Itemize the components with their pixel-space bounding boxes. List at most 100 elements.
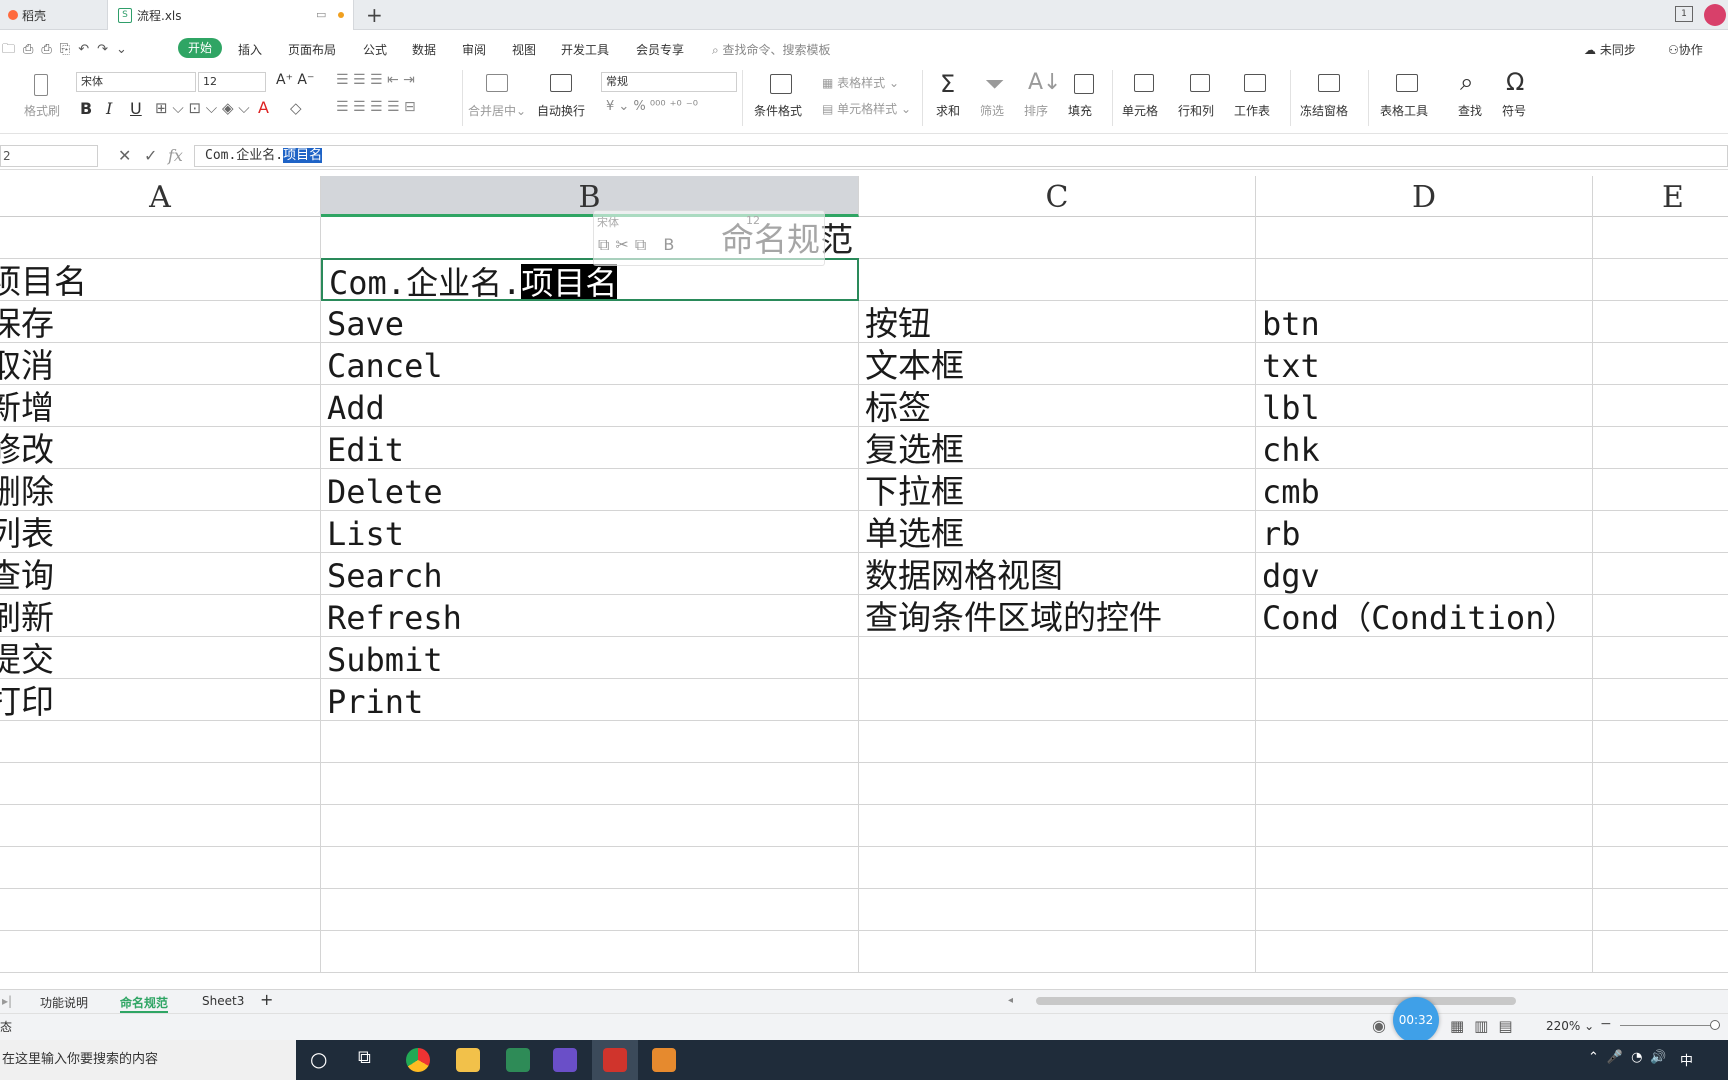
cell-e-15[interactable]	[1593, 805, 1728, 847]
cell-a-4[interactable]: 取消	[0, 343, 321, 385]
cell-c-9[interactable]: 数据网格视图	[859, 553, 1256, 595]
eye-protect-icon[interactable]: ◉	[1372, 1016, 1386, 1035]
mini-size-select[interactable]: 12	[746, 214, 760, 227]
column-header-a[interactable]: A	[0, 176, 321, 217]
font-name-select[interactable]: 宋体	[76, 72, 196, 92]
name-box[interactable]: 2	[0, 145, 98, 167]
cell-e-11[interactable]	[1593, 637, 1728, 679]
cell-c-14[interactable]	[859, 763, 1256, 805]
collab-button[interactable]: ⚇协作	[1668, 41, 1703, 58]
window-icon[interactable]: ▭	[316, 8, 326, 21]
cell-c-2[interactable]	[859, 259, 1256, 301]
sheet-tab-1[interactable]: 功能说明	[40, 994, 88, 1011]
cell-b-16[interactable]	[321, 847, 859, 889]
cell-e-16[interactable]	[1593, 847, 1728, 889]
column-header-e[interactable]: E	[1593, 176, 1728, 217]
sort-button[interactable]: 排序	[1024, 102, 1048, 119]
cell-b-3[interactable]: Save	[321, 301, 859, 343]
bold-icon[interactable]: B	[80, 99, 92, 118]
symbol-button[interactable]: 符号	[1502, 102, 1526, 119]
font-size-select[interactable]: 12	[198, 72, 266, 92]
file-explorer-icon[interactable]	[456, 1048, 480, 1072]
avatar[interactable]	[1704, 4, 1726, 26]
cell-a-5[interactable]: 新增	[0, 385, 321, 427]
cell-d-2[interactable]	[1256, 259, 1593, 301]
cell-e-6[interactable]	[1593, 427, 1728, 469]
horizontal-scrollbar[interactable]	[1036, 997, 1516, 1005]
cell-d-11[interactable]	[1256, 637, 1593, 679]
excel-tool-icon[interactable]	[506, 1048, 530, 1072]
cell-e-9[interactable]	[1593, 553, 1728, 595]
cell-b-6[interactable]: Edit	[321, 427, 859, 469]
cell-b-14[interactable]	[321, 763, 859, 805]
cell-d-9[interactable]: dgv	[1256, 553, 1593, 595]
fill-button[interactable]: 填充	[1068, 102, 1092, 119]
timer-badge[interactable]: 00:32	[1393, 997, 1439, 1043]
cell-c-1[interactable]: 命名规范	[721, 217, 1256, 259]
cell-a-11[interactable]: 提交	[0, 637, 321, 679]
confirm-icon[interactable]: ✓	[144, 146, 157, 165]
mini-toolbar-icons[interactable]: ⧉✂⧉ B	[598, 235, 680, 255]
zoom-slider[interactable]	[1620, 1025, 1720, 1026]
cell-b-9[interactable]: Search	[321, 553, 859, 595]
visual-studio-icon[interactable]	[553, 1048, 577, 1072]
merge-button[interactable]: 合并居中⌄	[468, 102, 526, 119]
cell-b-7[interactable]: Delete	[321, 469, 859, 511]
table-tools-button[interactable]: 表格工具	[1380, 102, 1428, 119]
cell-d-3[interactable]: btn	[1256, 301, 1593, 343]
menu-insert[interactable]: 插入	[238, 41, 262, 58]
sheet-grid[interactable]: 命名规范项目名Com.企业名.项目名保存Save按钮btn取消Cancel文本框…	[0, 217, 1728, 989]
menu-start[interactable]: 开始	[178, 38, 222, 58]
cell-b-13[interactable]	[321, 721, 859, 763]
cell-e-5[interactable]	[1593, 385, 1728, 427]
cell-c-10[interactable]: 查询条件区域的控件	[859, 595, 1256, 637]
cell-a-6[interactable]: 修改	[0, 427, 321, 469]
cell-d-7[interactable]: cmb	[1256, 469, 1593, 511]
cell-d-8[interactable]: rb	[1256, 511, 1593, 553]
cell-b-10[interactable]: Refresh	[321, 595, 859, 637]
view-mode-icons[interactable]: ▦▥▤	[1450, 1017, 1523, 1035]
cell-d-10[interactable]: Cond（Condition）	[1256, 595, 1593, 637]
cell-a-16[interactable]	[0, 847, 321, 889]
underline-icon[interactable]: U	[130, 99, 142, 118]
quick-access-icons[interactable]: 🗀⎙⎙⎘↶↷⌄	[2, 40, 135, 62]
align-top-icons[interactable]: ☰ ☰ ☰ ⇤ ⇥	[336, 72, 415, 88]
column-header-c[interactable]: C	[859, 176, 1256, 217]
number-format-icons[interactable]: ¥ ⌄ % ⁰⁰⁰ ⁺⁰ ⁻⁰	[606, 99, 698, 114]
cell-e-12[interactable]	[1593, 679, 1728, 721]
cell-d-5[interactable]: lbl	[1256, 385, 1593, 427]
cell-b-15[interactable]	[321, 805, 859, 847]
number-format-select[interactable]: 常规	[601, 72, 737, 92]
menu-page-layout[interactable]: 页面布局	[288, 41, 336, 58]
sheet-tab-2[interactable]: 命名规范	[120, 994, 169, 1013]
cell-e-17[interactable]	[1593, 889, 1728, 931]
taskbar-search[interactable]: 在这里输入你要搜索的内容	[0, 1040, 296, 1080]
cell-c-15[interactable]	[859, 805, 1256, 847]
wrap-button[interactable]: 自动换行	[537, 102, 585, 119]
zoom-slider-handle[interactable]	[1710, 1020, 1720, 1030]
menu-dev-tools[interactable]: 开发工具	[561, 41, 609, 58]
table-style-button[interactable]: ▦ 表格样式 ⌄	[822, 74, 899, 91]
cell-a-3[interactable]: 保存	[0, 301, 321, 343]
filter-button[interactable]: 筛选	[980, 102, 1004, 119]
border-icon[interactable]: ⊞ ⌵ ⊡ ⌵ ◈ ⌵	[155, 99, 250, 117]
cell-c-8[interactable]: 单选框	[859, 511, 1256, 553]
cell-a-2[interactable]: 项目名	[0, 259, 321, 301]
cell-c-16[interactable]	[859, 847, 1256, 889]
command-search[interactable]: ⌕ 查找命令、搜索模板	[712, 41, 831, 58]
sheet-nav-icon[interactable]: ▸|	[2, 994, 12, 1008]
cell-e-13[interactable]	[1593, 721, 1728, 763]
eraser-icon[interactable]: ◇	[290, 99, 302, 117]
cell-c-11[interactable]	[859, 637, 1256, 679]
ime-indicator[interactable]: 中	[1680, 1050, 1693, 1069]
menu-vip[interactable]: 会员专享	[636, 41, 684, 58]
sum-button[interactable]: 求和	[936, 102, 960, 119]
cell-b-18[interactable]	[321, 931, 859, 973]
cell-e-3[interactable]	[1593, 301, 1728, 343]
cell-d-15[interactable]	[1256, 805, 1593, 847]
zoom-level[interactable]: 220% ⌄	[1546, 1019, 1594, 1033]
mini-font-select[interactable]: 宋体	[597, 214, 619, 230]
cell-c-7[interactable]: 下拉框	[859, 469, 1256, 511]
add-sheet-button[interactable]: +	[260, 990, 273, 1009]
cell-d-18[interactable]	[1256, 931, 1593, 973]
